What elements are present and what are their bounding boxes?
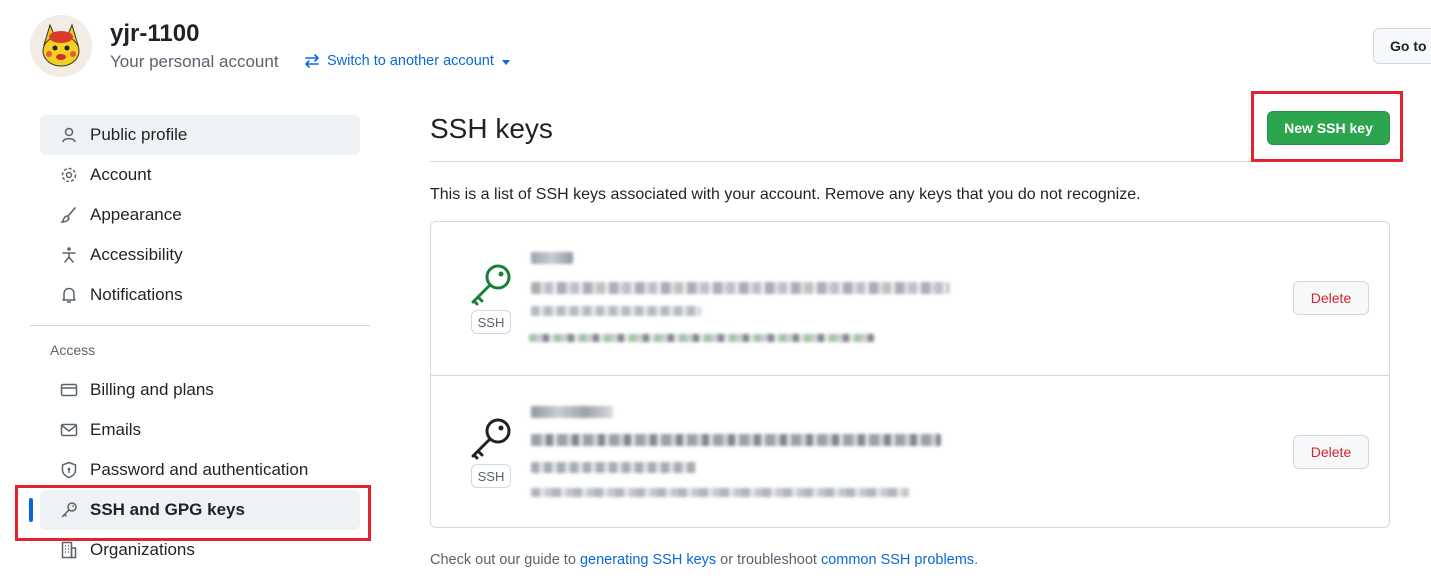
gear-icon: [60, 166, 78, 184]
avatar[interactable]: [30, 15, 92, 77]
shield-lock-icon: [60, 461, 78, 479]
key-icon: [471, 264, 511, 306]
ssh-type-badge: SSH: [471, 464, 511, 488]
sidebar-item-label: Accessibility: [90, 245, 183, 264]
bell-icon: [60, 286, 78, 304]
sidebar-item-label: Emails: [90, 420, 142, 439]
account-username: yjr-1100: [110, 20, 200, 47]
sidebar-item-label: Public profile: [90, 125, 188, 144]
sidebar-item-label: Billing and plans: [90, 380, 214, 399]
paintbrush-icon: [60, 206, 78, 224]
redacted-key-title: [531, 252, 573, 264]
sidebar-item-billing[interactable]: Billing and plans: [40, 370, 360, 410]
sidebar-item-emails[interactable]: Emails: [40, 410, 360, 450]
mail-icon: [60, 421, 78, 439]
sidebar-item-accessibility[interactable]: Accessibility: [40, 235, 360, 275]
switch-account-label: Switch to another account: [327, 53, 494, 69]
sidebar-item-label: Appearance: [90, 205, 182, 224]
organization-icon: [60, 541, 78, 559]
ssh-type-badge: SSH: [471, 310, 511, 334]
redacted-key-last-used: [529, 334, 874, 342]
footer-suffix: .: [974, 552, 979, 568]
sidebar-item-label: Account: [90, 165, 152, 184]
accessibility-icon: [60, 246, 78, 264]
sidebar-item-public-profile[interactable]: Public profile: [40, 115, 360, 155]
footer-middle: or troubleshoot: [716, 552, 821, 568]
ssh-help-text: Check out our guide to generating SSH ke…: [430, 552, 978, 568]
sidebar-item-appearance[interactable]: Appearance: [40, 195, 360, 235]
account-subtitle: Your personal account: [110, 52, 279, 71]
delete-key-button[interactable]: Delete: [1293, 435, 1369, 469]
ssh-key-item: SSH Delete: [431, 375, 1389, 528]
delete-key-button[interactable]: Delete: [1293, 281, 1369, 315]
sidebar-item-label: Password and authentication: [90, 460, 309, 479]
title-divider: [430, 161, 1390, 162]
highlight-box-sidebar: [15, 485, 371, 541]
sidebar-section-access: Access: [50, 342, 96, 358]
page-description: This is a list of SSH keys associated wi…: [430, 186, 1141, 203]
settings-header: yjr-1100 Your personal account Switch to…: [0, 0, 1431, 95]
switch-account-button[interactable]: Switch to another account: [303, 53, 510, 69]
sidebar-divider: [30, 325, 370, 326]
page-title: SSH keys: [430, 113, 553, 144]
go-to-profile-button[interactable]: Go to: [1373, 28, 1431, 64]
credit-card-icon: [60, 381, 78, 399]
highlight-box-new-ssh-key: [1251, 91, 1403, 162]
redacted-key-title: [531, 406, 613, 418]
common-ssh-problems-link[interactable]: common SSH problems: [821, 552, 974, 568]
ssh-key-item: SSH Delete: [431, 222, 1389, 375]
sidebar-item-password[interactable]: Password and authentication: [40, 450, 360, 490]
generating-ssh-keys-link[interactable]: generating SSH keys: [580, 552, 716, 568]
caret-down-icon: [501, 59, 510, 65]
redacted-key-last-used: [531, 488, 909, 497]
sidebar-item-label: Organizations: [90, 540, 195, 559]
ssh-keys-list: SSH Delete SSH Delete: [430, 221, 1390, 528]
redacted-key-fingerprint: [531, 434, 941, 446]
sidebar-item-label: Notifications: [90, 285, 183, 304]
sidebar-item-notifications[interactable]: Notifications: [40, 275, 360, 315]
sidebar-item-account[interactable]: Account: [40, 155, 360, 195]
redacted-key-added: [531, 306, 701, 316]
person-icon: [60, 126, 78, 144]
redacted-key-added: [531, 462, 696, 473]
redacted-key-fingerprint: [531, 282, 949, 294]
arrow-switch-icon: [305, 54, 319, 68]
key-icon: [471, 418, 511, 460]
footer-prefix: Check out our guide to: [430, 552, 580, 568]
